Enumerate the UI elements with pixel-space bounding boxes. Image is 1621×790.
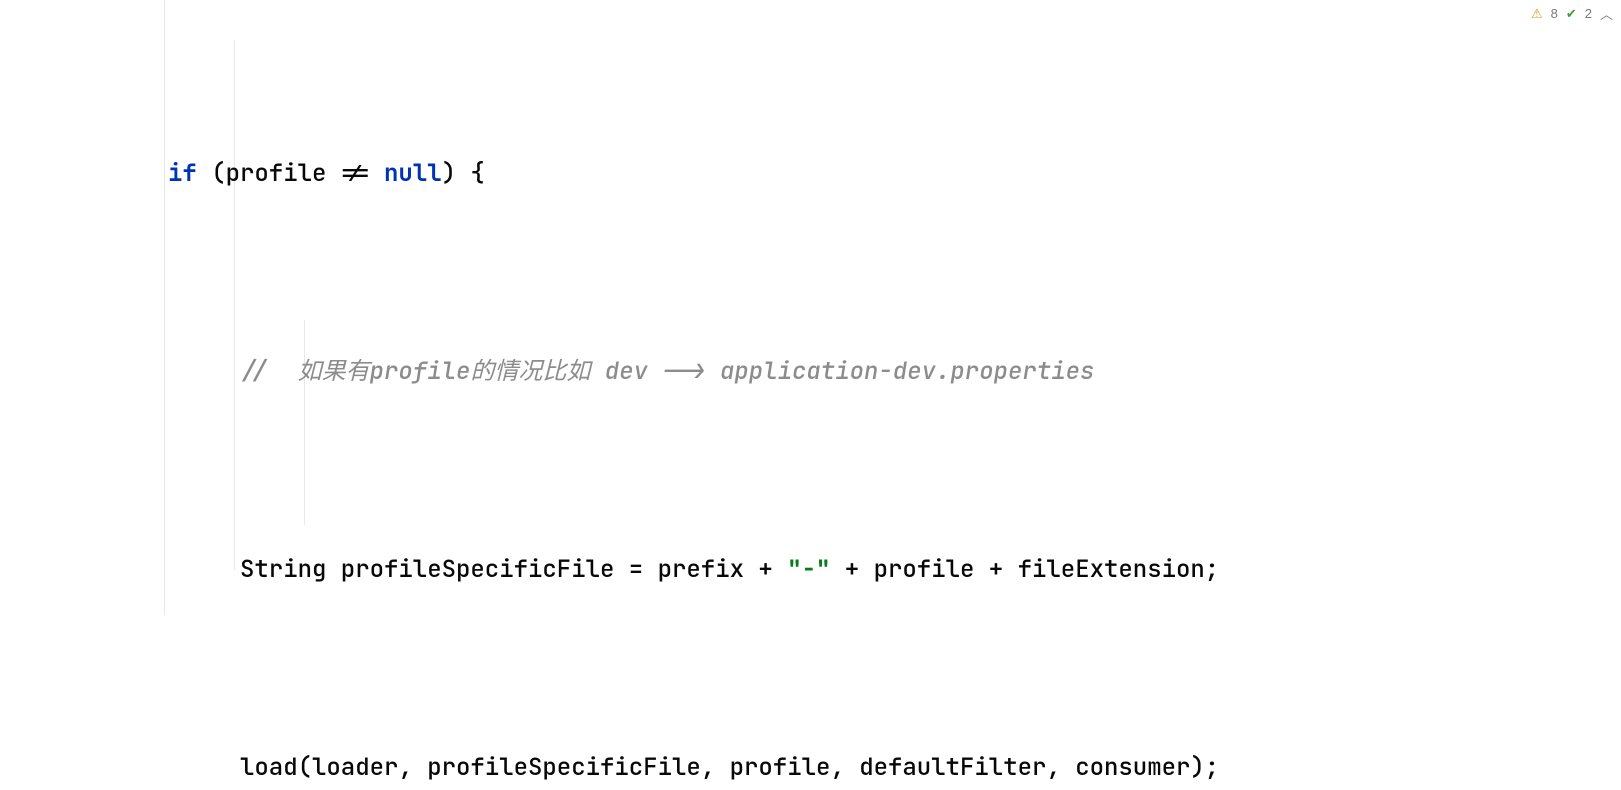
code-editor[interactable]: ⚠ 8 ✔ 2 ︿ if (profile != null) { // 如果有p… xyxy=(0,0,1621,790)
comment: // 如果有profile的情况比如 dev --> application-d… xyxy=(240,356,1094,387)
code-line[interactable]: load(loader, profileSpecificFile, profil… xyxy=(0,743,1621,790)
code-line[interactable]: if (profile != null) { xyxy=(0,149,1621,199)
code-area[interactable]: if (profile != null) { // 如果有profile的情况比… xyxy=(0,0,1621,790)
string-literal: "-" xyxy=(787,554,830,585)
code-line[interactable]: // 如果有profile的情况比如 dev --> application-d… xyxy=(0,347,1621,397)
keyword-if: if xyxy=(168,158,197,189)
code-line[interactable]: String profileSpecificFile = prefix + "-… xyxy=(0,545,1621,595)
keyword-null: null xyxy=(384,158,442,189)
